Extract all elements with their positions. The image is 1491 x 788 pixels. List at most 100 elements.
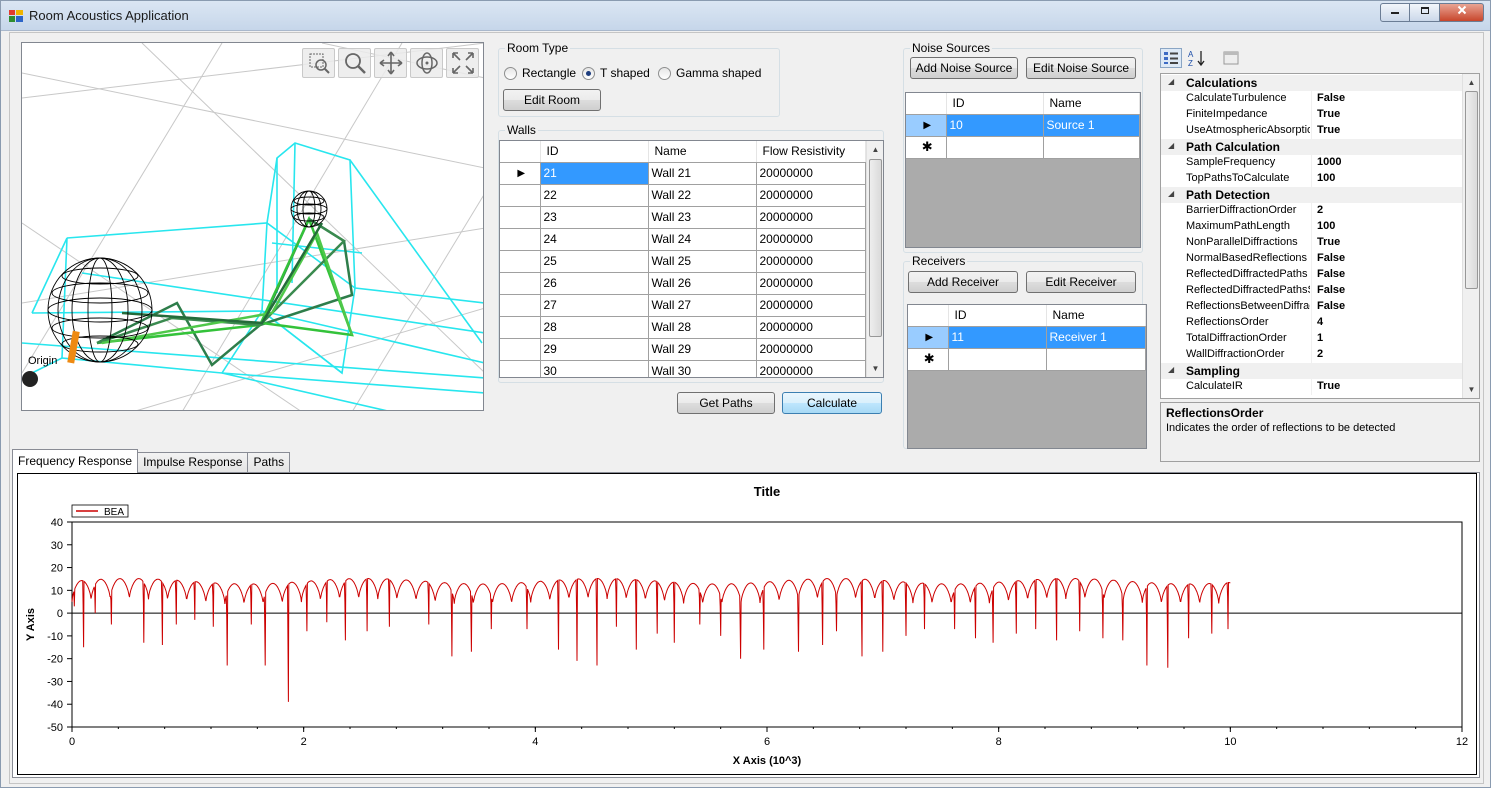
tab-frequency-response[interactable]: Frequency Response — [12, 449, 139, 473]
series-line-bea[interactable] — [71, 577, 1231, 702]
property-value[interactable]: False — [1317, 284, 1345, 296]
pan-tool[interactable] — [374, 48, 407, 78]
table-row[interactable]: 30 Wall 30 20000000 — [500, 359, 866, 377]
wall-name-cell[interactable]: Wall 22 — [647, 183, 757, 207]
table-row[interactable]: 26 Wall 26 20000000 — [500, 271, 866, 295]
radio-rectangle[interactable]: Rectangle — [504, 66, 576, 80]
row-header[interactable] — [500, 183, 541, 207]
categorized-button[interactable] — [1160, 48, 1182, 68]
wall-id-cell[interactable]: 23 — [539, 205, 649, 229]
tab-impulse-response[interactable]: Impulse Response — [137, 452, 249, 473]
property-value[interactable]: 100 — [1317, 220, 1335, 232]
noise-sources-col-name[interactable]: Name — [1043, 93, 1140, 115]
property-row[interactable]: SampleFrequency 1000 — [1161, 155, 1463, 171]
walls-scrollbar[interactable]: ▲ ▼ — [866, 141, 883, 377]
property-row[interactable]: MaximumPathLength 100 — [1161, 219, 1463, 235]
receiver-new-row[interactable]: ✱ — [908, 347, 1146, 371]
scroll-up-icon[interactable]: ▲ — [1463, 74, 1479, 91]
edit-noise-source-button[interactable]: Edit Noise Source — [1026, 57, 1136, 79]
property-value[interactable]: False — [1317, 300, 1345, 312]
property-row[interactable]: NonParallelDiffractions True — [1161, 235, 1463, 251]
table-row[interactable]: ▶ 21 Wall 21 20000000 — [500, 161, 866, 185]
property-category[interactable]: ◢ Path Detection — [1161, 187, 1463, 203]
property-value[interactable]: True — [1317, 236, 1340, 248]
property-value[interactable]: 1000 — [1317, 156, 1341, 168]
calculate-button[interactable]: Calculate — [782, 392, 882, 414]
wall-name-cell[interactable]: Wall 26 — [647, 271, 757, 295]
wall-name-cell[interactable]: Wall 30 — [647, 359, 757, 377]
wall-name-cell[interactable]: Wall 29 — [647, 337, 757, 361]
receiver-new-id[interactable] — [947, 347, 1047, 371]
table-row[interactable]: 29 Wall 29 20000000 — [500, 337, 866, 361]
title-bar[interactable]: Room Acoustics Application — [1, 1, 1490, 31]
collapse-arrow-icon[interactable]: ◢ — [1168, 365, 1174, 374]
radio-t-shaped[interactable]: T shaped — [582, 66, 650, 80]
property-row[interactable]: ReflectionsBetweenDiffrac False — [1161, 299, 1463, 315]
property-value[interactable]: False — [1317, 268, 1345, 280]
collapse-arrow-icon[interactable]: ◢ — [1168, 141, 1174, 150]
property-value[interactable]: 2 — [1317, 348, 1323, 360]
property-row[interactable]: CalculateIR True — [1161, 379, 1463, 395]
scroll-down-icon[interactable]: ▼ — [867, 360, 883, 377]
property-grid-scroll-thumb[interactable] — [1465, 91, 1478, 289]
property-row[interactable]: WallDiffractionOrder 2 — [1161, 347, 1463, 363]
row-selected-icon[interactable]: ▶ — [906, 113, 947, 137]
radio-gamma-shaped-indicator[interactable] — [658, 66, 671, 80]
noise-sources-col-id[interactable]: ID — [946, 93, 1044, 115]
row-header[interactable] — [500, 271, 541, 295]
row-header[interactable] — [500, 315, 541, 339]
edit-receiver-button[interactable]: Edit Receiver — [1026, 271, 1136, 293]
wall-flow-resistivity-cell[interactable]: 20000000 — [755, 249, 866, 273]
wall-id-cell[interactable]: 21 — [539, 161, 649, 185]
radio-gamma-shaped[interactable]: Gamma shaped — [658, 66, 761, 80]
wall-name-cell[interactable]: Wall 28 — [647, 315, 757, 339]
scroll-up-icon[interactable]: ▲ — [867, 141, 883, 158]
scroll-down-icon[interactable]: ▼ — [1463, 381, 1479, 398]
property-row[interactable]: TopPathsToCalculate 100 — [1161, 171, 1463, 187]
add-receiver-button[interactable]: Add Receiver — [908, 271, 1018, 293]
wall-id-cell[interactable]: 28 — [539, 315, 649, 339]
maximize-button[interactable] — [1410, 3, 1440, 22]
wall-name-cell[interactable]: Wall 27 — [647, 293, 757, 317]
property-grid[interactable]: ◢ Calculations CalculateTurbulence False Fin… — [1160, 73, 1480, 399]
property-row[interactable]: ReflectedDiffractedPaths False — [1161, 267, 1463, 283]
row-header[interactable] — [500, 227, 541, 251]
noise-source-new-name[interactable] — [1042, 135, 1140, 159]
property-value[interactable]: True — [1317, 380, 1340, 392]
room-3d-viewport[interactable]: Origin — [21, 42, 484, 411]
walls-grid[interactable]: ID Name Flow Resistivity ▶ 21 Wall 21 20000… — [499, 140, 884, 378]
table-row[interactable]: 22 Wall 22 20000000 — [500, 183, 866, 207]
receiver-name[interactable]: Receiver 1 — [1045, 325, 1146, 349]
wall-flow-resistivity-cell[interactable]: 20000000 — [755, 337, 866, 361]
property-value[interactable]: True — [1317, 124, 1340, 136]
property-row[interactable]: BarrierDiffractionOrder 2 — [1161, 203, 1463, 219]
property-value[interactable]: False — [1317, 92, 1345, 104]
property-category[interactable]: ◢ Sampling — [1161, 363, 1463, 379]
row-header[interactable] — [500, 359, 541, 377]
property-row[interactable]: ReflectionsOrder 4 — [1161, 315, 1463, 331]
property-value[interactable]: 1 — [1317, 332, 1323, 344]
row-selected-icon[interactable]: ▶ — [908, 325, 949, 349]
wall-flow-resistivity-cell[interactable]: 20000000 — [755, 359, 866, 377]
row-selected-icon[interactable]: ▶ — [500, 161, 541, 185]
wall-flow-resistivity-cell[interactable]: 20000000 — [755, 205, 866, 229]
property-row[interactable]: CalculateTurbulence False — [1161, 91, 1463, 107]
noise-source-new-row[interactable]: ✱ — [906, 135, 1140, 159]
collapse-arrow-icon[interactable]: ◢ — [1168, 77, 1174, 86]
wall-flow-resistivity-cell[interactable]: 20000000 — [755, 227, 866, 251]
walls-col-id[interactable]: ID — [540, 141, 649, 163]
edit-room-button[interactable]: Edit Room — [503, 89, 601, 111]
zoom-region-tool[interactable] — [302, 48, 335, 78]
receivers-col-id[interactable]: ID — [948, 305, 1047, 327]
wall-name-cell[interactable]: Wall 21 — [647, 161, 757, 185]
property-row[interactable]: UseAtmosphericAbsorption True — [1161, 123, 1463, 139]
walls-col-flow-resistivity[interactable]: Flow Resistivity — [756, 141, 866, 163]
wall-flow-resistivity-cell[interactable]: 20000000 — [755, 293, 866, 317]
wall-name-cell[interactable]: Wall 23 — [647, 205, 757, 229]
alphabetical-button[interactable]: AZ — [1186, 48, 1208, 68]
wall-id-cell[interactable]: 26 — [539, 271, 649, 295]
row-header[interactable] — [500, 337, 541, 361]
collapse-arrow-icon[interactable]: ◢ — [1168, 189, 1174, 198]
receivers-col-name[interactable]: Name — [1046, 305, 1146, 327]
radio-t-shaped-indicator[interactable] — [582, 66, 595, 80]
